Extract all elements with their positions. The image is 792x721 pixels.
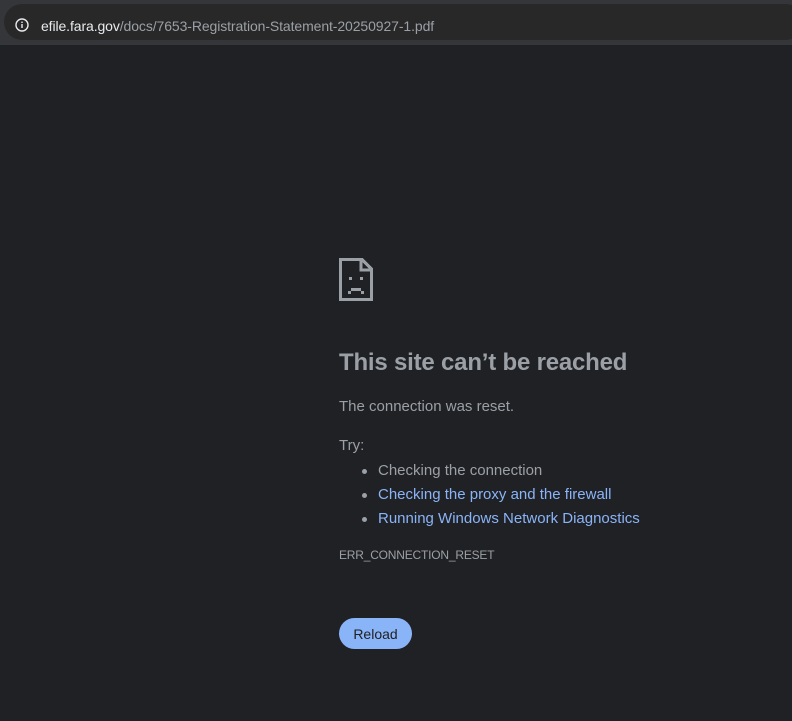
address-bar: efile.fara.gov/docs/7653-Registration-St…: [0, 0, 792, 45]
bullet-icon: [362, 517, 367, 522]
suggestion-check-proxy-firewall: Checking the proxy and the firewall: [339, 483, 640, 507]
url-host: efile.fara.gov: [41, 18, 120, 34]
bullet-icon: [362, 493, 367, 498]
error-message: The connection was reset.: [339, 398, 515, 415]
url-text[interactable]: efile.fara.gov/docs/7653-Registration-St…: [41, 17, 434, 35]
url-path: /docs/7653-Registration-Statement-202509…: [119, 18, 435, 34]
suggestions-list: Checking the connection Checking the pro…: [339, 459, 640, 531]
sad-document-icon: [339, 258, 373, 301]
page-title: This site can’t be reached: [339, 349, 628, 376]
network-diagnostics-link[interactable]: Running Windows Network Diagnostics: [378, 510, 640, 527]
suggestion-check-connection: Checking the connection: [339, 459, 640, 483]
suggestion-label: Checking the connection: [378, 462, 543, 479]
check-proxy-firewall-link[interactable]: Checking the proxy and the firewall: [378, 486, 611, 503]
bullet-icon: [362, 469, 367, 474]
reload-button[interactable]: Reload: [339, 618, 412, 649]
suggestion-network-diagnostics: Running Windows Network Diagnostics: [339, 507, 640, 531]
omnibox[interactable]: efile.fara.gov/docs/7653-Registration-St…: [4, 4, 792, 40]
info-icon[interactable]: [15, 18, 29, 32]
error-code: ERR_CONNECTION_RESET: [339, 548, 495, 562]
try-label: Try:: [339, 437, 365, 454]
